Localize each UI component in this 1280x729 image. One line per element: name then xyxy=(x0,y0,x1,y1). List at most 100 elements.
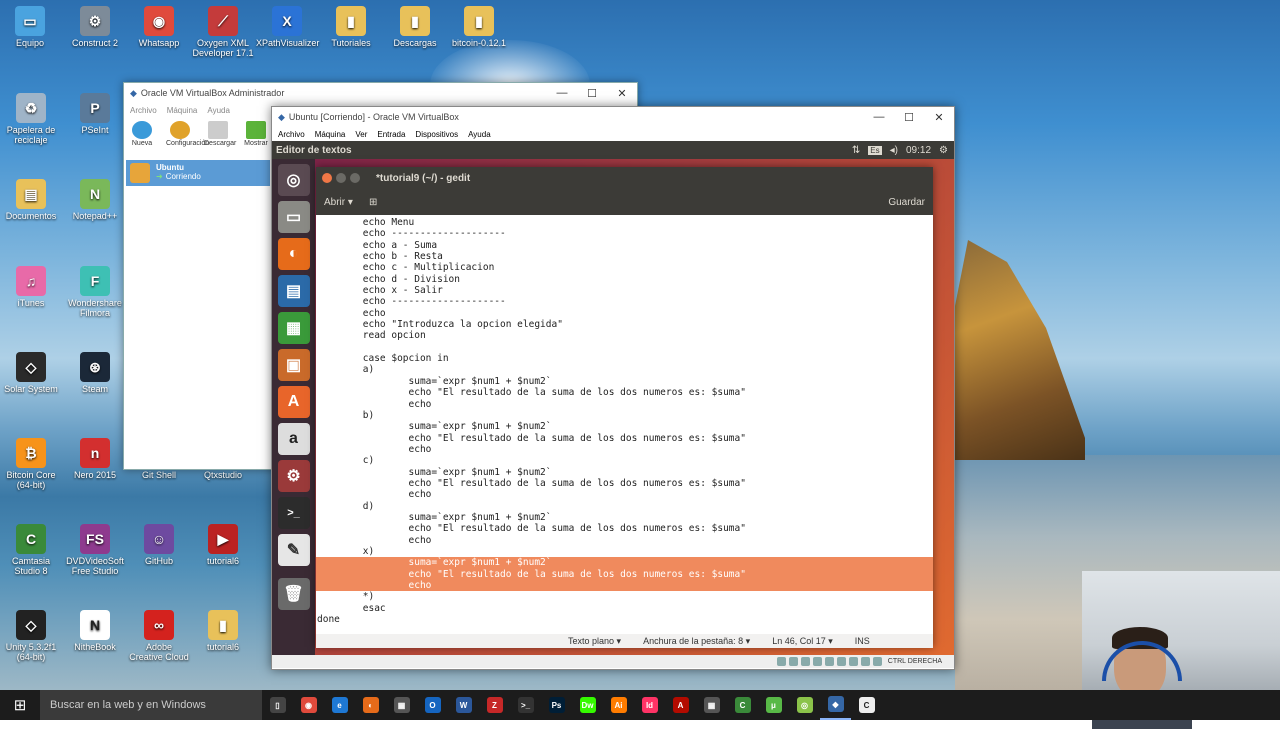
taskbar-app-button[interactable]: C xyxy=(727,690,758,720)
code-line[interactable]: echo "El resultado de la suma de los dos… xyxy=(316,433,933,444)
keyboard-lang-indicator[interactable]: Es xyxy=(868,145,882,155)
gedit-titlebar[interactable]: *tutorial9 (~/) - gedit xyxy=(316,167,933,189)
writer-icon[interactable]: ▤ xyxy=(277,275,310,307)
code-line-selected[interactable]: echo "El resultado de la suma de los dos… xyxy=(316,568,933,580)
desktop-shortcut[interactable]: ₿ Bitcoin Core (64-bit) xyxy=(0,438,62,490)
close-icon[interactable]: ✕ xyxy=(607,87,637,100)
code-line[interactable]: echo "El resultado de la suma de los dos… xyxy=(316,523,933,534)
code-line[interactable]: echo -------------------- xyxy=(316,296,933,307)
taskbar-app-button[interactable]: Id xyxy=(634,690,665,720)
calc-icon[interactable]: ▦ xyxy=(277,312,310,344)
menu-dispositivos[interactable]: Dispositivos xyxy=(415,130,458,139)
code-line[interactable]: echo xyxy=(316,308,933,319)
code-line[interactable]: echo xyxy=(316,489,933,500)
code-line[interactable]: echo x - Salir xyxy=(316,285,933,296)
desktop-shortcut[interactable]: P PSeInt xyxy=(64,93,126,135)
menu-ver[interactable]: Ver xyxy=(355,130,367,139)
maximize-icon[interactable] xyxy=(350,173,360,183)
taskbar-app-button[interactable]: C xyxy=(851,690,882,720)
taskbar-app-button[interactable]: ◐ xyxy=(355,690,386,720)
tab-width-selector[interactable]: Anchura de la pestaña: 8 ▾ xyxy=(643,636,750,647)
desktop-shortcut[interactable]: C Camtasia Studio 8 xyxy=(0,524,62,576)
display-icon[interactable] xyxy=(848,657,858,666)
show-button[interactable]: Mostrar xyxy=(242,121,270,151)
clock[interactable]: 09:12 xyxy=(906,145,931,156)
amazon-icon[interactable]: a xyxy=(277,423,310,455)
desktop-shortcut[interactable]: ◇ Unity 5.3.2f1 (64-bit) xyxy=(0,610,62,662)
network-adapter-icon[interactable] xyxy=(812,657,822,666)
code-line[interactable]: a) xyxy=(316,364,933,375)
menu-maquina[interactable]: Máquina xyxy=(167,106,198,115)
code-line[interactable]: echo "Introduzca la opcion elegida" xyxy=(316,319,933,330)
code-line[interactable]: read opcion xyxy=(316,330,933,341)
code-line[interactable]: suma=`expr $num1 + $num2` xyxy=(316,512,933,523)
desktop-shortcut[interactable]: ▮ tutorial6 xyxy=(192,610,254,652)
menu-ayuda[interactable]: Ayuda xyxy=(468,130,491,139)
syntax-selector[interactable]: Texto plano ▾ xyxy=(568,636,621,647)
power-gear-icon[interactable]: ⚙ xyxy=(939,145,948,156)
taskbar-app-button[interactable]: ▯ xyxy=(262,690,293,720)
taskbar-app-button[interactable]: Ps xyxy=(541,690,572,720)
taskbar-app-button[interactable]: ▦ xyxy=(386,690,417,720)
vm-list-item-ubuntu[interactable]: Ubuntu ➜ Corriendo xyxy=(126,160,270,186)
code-line[interactable]: esac xyxy=(316,603,933,614)
taskbar-app-button[interactable]: μ xyxy=(758,690,789,720)
minimize-icon[interactable]: — xyxy=(864,111,894,124)
code-line[interactable]: echo "El resultado de la suma de los dos… xyxy=(316,478,933,489)
desktop-shortcut[interactable]: ▤ Documentos xyxy=(0,179,62,221)
recording-icon[interactable] xyxy=(860,657,870,666)
taskbar-app-button[interactable]: O xyxy=(417,690,448,720)
code-line[interactable]: suma=`expr $num1 + $num2` xyxy=(316,467,933,478)
maximize-icon[interactable]: ☐ xyxy=(577,87,607,100)
code-line[interactable]: echo d - Division xyxy=(316,274,933,285)
discard-button[interactable]: Descargar xyxy=(204,121,236,151)
code-line[interactable]: suma=`expr $num1 + $num2` xyxy=(316,376,933,387)
menu-maquina[interactable]: Máquina xyxy=(315,130,346,139)
desktop-shortcut[interactable]: ▶ tutorial6 xyxy=(192,524,254,566)
open-button[interactable]: Abrir ▾ xyxy=(324,197,353,208)
text-editor-icon[interactable]: ✎ xyxy=(277,534,310,566)
shared-folders-icon[interactable] xyxy=(836,657,846,666)
desktop-shortcut[interactable]: FS DVDVideoSoft Free Studio xyxy=(64,524,126,576)
code-line[interactable]: done xyxy=(316,614,933,625)
code-line[interactable]: echo b - Resta xyxy=(316,251,933,262)
code-line[interactable]: echo Menu xyxy=(316,217,933,228)
desktop-shortcut[interactable]: n Nero 2015 xyxy=(64,438,126,480)
code-line[interactable]: echo a - Suma xyxy=(316,240,933,251)
cursor-position[interactable]: Ln 46, Col 17 ▾ xyxy=(772,636,833,647)
code-line[interactable]: c) xyxy=(316,455,933,466)
code-line[interactable]: suma=`expr $num1 + $num2` xyxy=(316,421,933,432)
menu-archivo[interactable]: Archivo xyxy=(130,106,157,115)
text-editor-area[interactable]: echo Menu echo -------------------- echo… xyxy=(316,215,933,636)
desktop-shortcut[interactable]: ♫ iTunes xyxy=(0,266,62,308)
taskbar-app-button[interactable]: ◆ xyxy=(820,690,851,720)
minimize-icon[interactable]: — xyxy=(547,87,577,100)
taskbar-app-button[interactable]: A xyxy=(665,690,696,720)
search-box[interactable]: Buscar en la web y en Windows xyxy=(40,690,262,720)
taskbar-app-button[interactable]: ◉ xyxy=(293,690,324,720)
virtualbox-vm-window[interactable]: ◆ Ubuntu [Corriendo] - Oracle VM Virtual… xyxy=(271,106,955,670)
new-vm-button[interactable]: Nueva xyxy=(128,121,156,151)
firefox-icon[interactable]: ◐ xyxy=(277,238,310,270)
desktop-shortcut[interactable]: F Wondershare Filmora xyxy=(64,266,126,318)
desktop-shortcut[interactable]: N NitheBook xyxy=(64,610,126,652)
terminal-icon[interactable]: >_ xyxy=(277,497,310,529)
desktop-shortcut[interactable]: ⟋ Oxygen XML Developer 17.1 xyxy=(192,6,254,58)
code-line[interactable]: case $opcion in xyxy=(316,353,933,364)
audio-icon[interactable] xyxy=(800,657,810,666)
taskbar-app-button[interactable]: e xyxy=(324,690,355,720)
code-line[interactable]: echo xyxy=(316,444,933,455)
desktop-shortcut[interactable]: ♻ Papelera de reciclaje xyxy=(0,93,62,145)
desktop-shortcut[interactable]: ☺ GitHub xyxy=(128,524,190,566)
maximize-icon[interactable]: ☐ xyxy=(894,111,924,124)
desktop-shortcut[interactable]: ▮ Descargas xyxy=(384,6,446,48)
ubuntu-dash-icon[interactable]: ◎ xyxy=(277,164,310,196)
minimize-icon[interactable] xyxy=(336,173,346,183)
close-icon[interactable] xyxy=(322,173,332,183)
code-line[interactable]: echo c - Multiplicacion xyxy=(316,262,933,273)
usb-icon[interactable] xyxy=(824,657,834,666)
taskbar-app-button[interactable]: Dw xyxy=(572,690,603,720)
taskbar-app-button[interactable]: ▦ xyxy=(696,690,727,720)
trash-icon[interactable]: 🗑 xyxy=(277,578,310,610)
code-line-selected[interactable]: suma=`expr $num1 + $num2` xyxy=(316,557,933,569)
